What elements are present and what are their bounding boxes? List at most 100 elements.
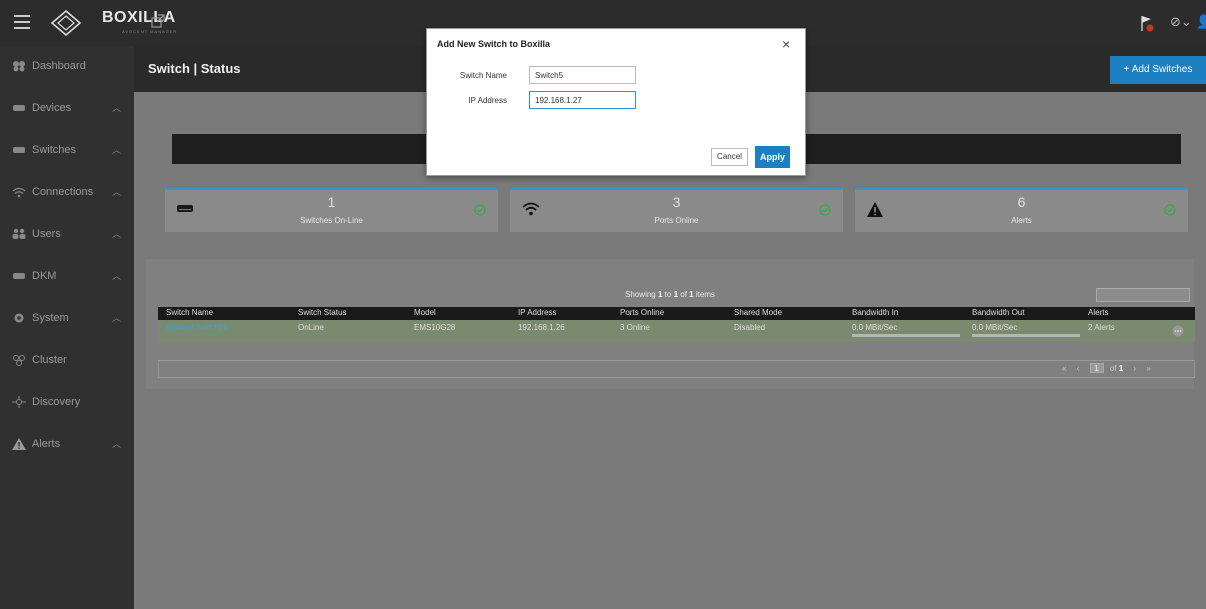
sidebar-item-label: System: [32, 312, 69, 324]
switch-name-link[interactable]: NetworkSwitch01: [166, 323, 228, 332]
users-icon: [12, 228, 26, 239]
add-switch-modal: Add New Switch to Boxilla × Switch Name …: [426, 28, 806, 176]
chevron-up-icon[interactable]: ︿: [112, 227, 121, 240]
page-title: Switch | Status: [148, 61, 241, 76]
sidebar-item-label: Discovery: [32, 396, 81, 408]
table-footer: [158, 360, 1195, 378]
table-search-input[interactable]: [1096, 288, 1190, 302]
next-page-button[interactable]: ›: [1133, 364, 1136, 373]
cancel-button[interactable]: Cancel: [711, 148, 748, 166]
sidebar-item-system[interactable]: System ︿: [0, 298, 134, 338]
device-icon: [13, 105, 25, 111]
table-cell: 3 Online: [620, 323, 650, 332]
table-cell: 192.168.1.26: [518, 323, 565, 332]
sidebar-item-label: Cluster: [32, 354, 67, 366]
column-header[interactable]: Bandwidth In: [852, 308, 898, 317]
chevron-up-icon[interactable]: ︿: [112, 269, 121, 282]
flag-alert-icon[interactable]: [1139, 14, 1155, 32]
add-switches-button[interactable]: + Add Switches: [1110, 56, 1206, 84]
close-icon[interactable]: ×: [782, 37, 796, 51]
sidebar-item-discovery[interactable]: Discovery: [0, 382, 134, 422]
switch-name-label: Switch Name: [459, 71, 507, 80]
column-header[interactable]: Switch Status: [298, 308, 346, 317]
column-header[interactable]: Alerts: [1088, 308, 1108, 317]
column-header[interactable]: Shared Mode: [734, 308, 782, 317]
dashboard-icon: [13, 61, 25, 72]
stat-caption: Ports Online: [654, 216, 699, 225]
user-icon[interactable]: 👤: [1196, 14, 1206, 30]
sidebar-item-label: Devices: [32, 102, 72, 114]
showing-count: Showing 1 to 1 of 1 items: [625, 290, 715, 299]
sidebar-item-label: Dashboard: [32, 60, 86, 72]
sidebar-item-dashboard[interactable]: Dashboard: [0, 46, 134, 86]
switch-icon: [13, 147, 25, 153]
sidebar-item-cluster[interactable]: Cluster: [0, 340, 134, 380]
total-pages: 1: [1118, 364, 1124, 373]
column-header[interactable]: Model: [414, 308, 436, 317]
chevron-up-icon[interactable]: ︿: [112, 311, 121, 324]
stat-caption: Switches On-Line: [300, 216, 363, 225]
sidebar-item-switches[interactable]: Switches ︿: [0, 130, 134, 170]
external-link-icon[interactable]: [151, 14, 165, 28]
column-header[interactable]: Switch Name: [166, 308, 213, 317]
ip-address-input[interactable]: [529, 91, 636, 109]
cluster-icon: [13, 355, 25, 366]
discovery-icon: [12, 396, 26, 408]
hamburger-menu-icon[interactable]: [14, 15, 30, 29]
wifi-icon: [12, 187, 26, 198]
check-circle-icon: [474, 204, 486, 216]
bandwidth-in-bar: [852, 334, 960, 337]
table-cell: 0.0 MBit/Sec: [972, 323, 1018, 332]
table-header: Switch Name Switch Status Model IP Addre…: [158, 307, 1195, 320]
chevron-up-icon[interactable]: ︿: [112, 143, 121, 156]
check-circle-icon: [1164, 204, 1176, 216]
prev-page-button[interactable]: ‹: [1077, 364, 1080, 373]
stat-alerts: 6 Alerts: [855, 188, 1188, 232]
help-icon[interactable]: ⊘⌄: [1170, 14, 1192, 30]
ip-address-label: IP Address: [468, 96, 507, 105]
table-cell: 0.0 MBit/Sec: [852, 323, 898, 332]
sidebar-item-dkm[interactable]: DKM ︿: [0, 256, 134, 296]
sidebar-item-devices[interactable]: Devices ︿: [0, 88, 134, 128]
switch-name-input[interactable]: [529, 66, 636, 84]
table-cell: EMS10G28: [414, 323, 456, 332]
modal-title: Add New Switch to Boxilla: [437, 39, 551, 49]
sidebar-item-label: Alerts: [32, 438, 61, 450]
chevron-up-icon[interactable]: ︿: [112, 101, 121, 114]
stat-value: 1: [327, 194, 336, 210]
column-header[interactable]: Ports Online: [620, 308, 664, 317]
column-header[interactable]: Bandwidth Out: [972, 308, 1024, 317]
boxilla-logo-icon: [50, 9, 82, 37]
warning-icon: [12, 438, 26, 450]
chevron-up-icon[interactable]: ︿: [112, 185, 121, 198]
table-cell: 2 Alerts: [1088, 323, 1115, 332]
stat-value: 6: [1017, 194, 1026, 210]
table-cell: Disabled: [734, 323, 766, 332]
chevron-up-icon[interactable]: ︿: [112, 437, 121, 450]
bandwidth-out-bar: [972, 334, 1080, 337]
sidebar-item-users[interactable]: Users ︿: [0, 214, 134, 254]
sidebar: Dashboard Devices ︿ Switches ︿ Connectio…: [0, 46, 134, 609]
table-cell: OnLine: [298, 323, 324, 332]
dkm-icon: [13, 273, 25, 279]
sidebar-item-alerts[interactable]: Alerts ︿: [0, 424, 134, 464]
sidebar-item-label: Connections: [32, 186, 94, 198]
apply-button[interactable]: Apply: [755, 146, 790, 168]
first-page-button[interactable]: «: [1062, 364, 1066, 373]
page-of-label: of: [1109, 364, 1117, 373]
table-row[interactable]: NetworkSwitch01 OnLine EMS10G28 192.168.…: [158, 320, 1195, 342]
sidebar-item-label: Users: [32, 228, 61, 240]
sidebar-item-connections[interactable]: Connections ︿: [0, 172, 134, 212]
stat-value: 3: [672, 194, 681, 210]
switch-table-panel: Showing 1 to 1 of 1 items Switch Name Sw…: [146, 259, 1195, 389]
sidebar-item-label: DKM: [32, 270, 57, 282]
sidebar-item-label: Switches: [32, 144, 77, 156]
column-header[interactable]: IP Address: [518, 308, 557, 317]
page-input[interactable]: 1: [1089, 363, 1104, 373]
more-options-icon[interactable]: [1172, 325, 1184, 337]
gear-icon: [14, 313, 24, 323]
stat-ports-online: 3 Ports Online: [510, 188, 843, 232]
pagination: « ‹ 1 of 1 › »: [1062, 363, 1151, 373]
stat-caption: Alerts: [1011, 216, 1032, 225]
last-page-button[interactable]: »: [1146, 364, 1150, 373]
